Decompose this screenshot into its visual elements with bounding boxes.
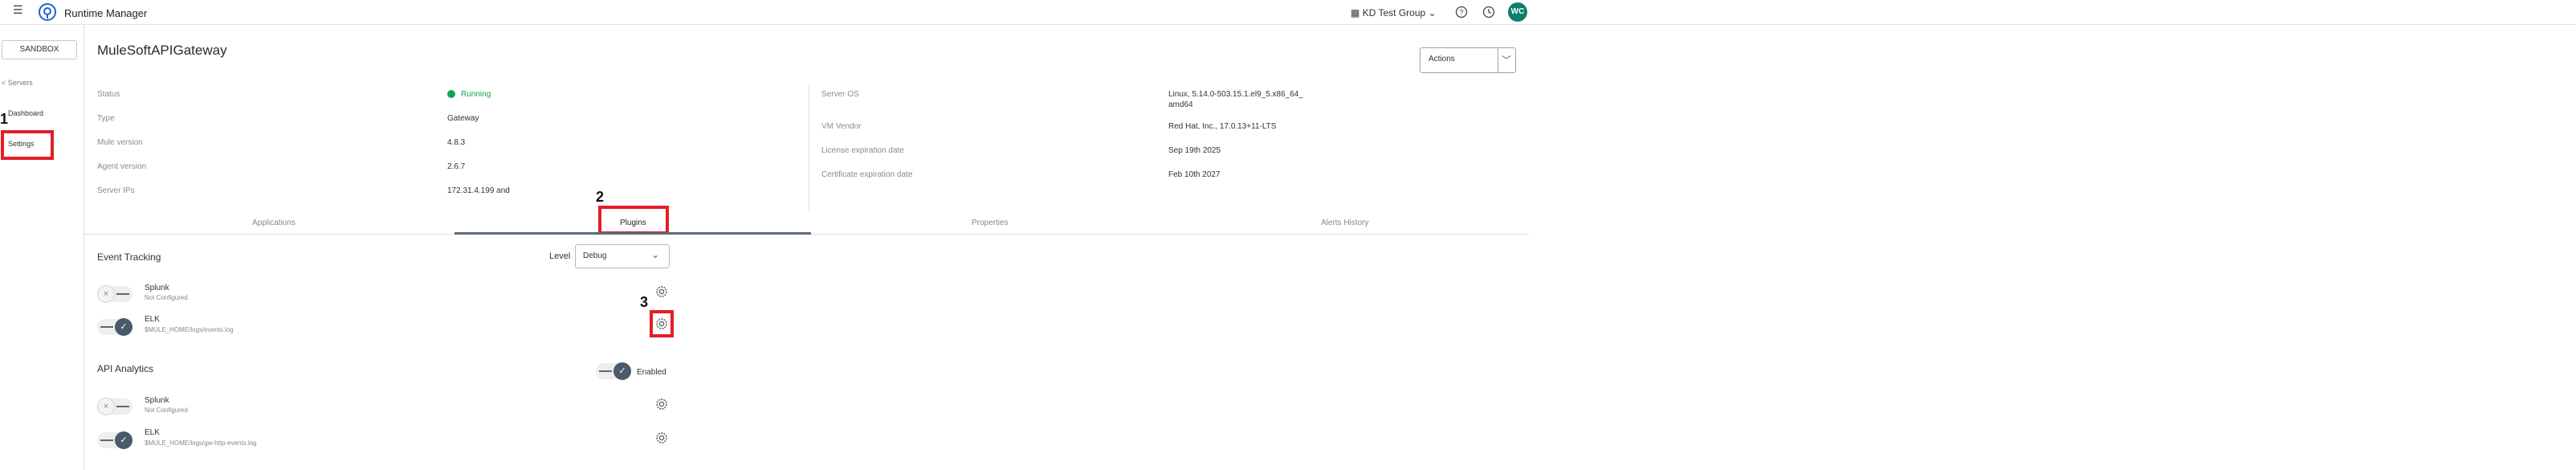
actions-dropdown[interactable]: Actions ﹀	[1420, 47, 1516, 73]
license-expiration-label: License expiration date	[821, 146, 904, 155]
help-icon[interactable]: ?	[1455, 6, 1468, 22]
page-title: MuleSoftAPIGateway	[97, 43, 227, 58]
event-splunk-name: Splunk	[145, 284, 169, 292]
checkmark-icon: ✓	[115, 318, 132, 336]
event-elk-detail: $MULE_HOME/logs/events.log	[145, 326, 234, 333]
toggle-track	[100, 326, 113, 328]
step-3-marker: 3	[640, 294, 649, 310]
chevron-down-icon: ﹀	[1502, 55, 1512, 66]
event-elk-toggle[interactable]: ✓	[97, 318, 132, 336]
analytics-splunk-toggle[interactable]: ×	[97, 398, 132, 415]
vm-vendor-value: Red Hat, Inc., 17.0.13+11-LTS	[1168, 122, 1277, 131]
step-2-marker: 2	[596, 189, 605, 205]
type-value: Gateway	[447, 114, 479, 123]
level-select-value: Debug	[583, 251, 607, 260]
agent-version-value: 2.6.7	[447, 162, 466, 171]
level-select[interactable]: Debug ⌄	[575, 244, 670, 268]
api-analytics-status: Enabled	[637, 368, 666, 377]
license-expiration-value: Sep 19th 2025	[1168, 146, 1221, 155]
tab-plugins[interactable]: Plugins	[620, 219, 646, 227]
mule-version-value: 4.8.3	[447, 138, 466, 147]
agent-version-label: Agent version	[97, 162, 147, 171]
sidebar	[0, 25, 84, 470]
status-value: Running	[461, 90, 491, 99]
level-label: Level	[549, 251, 571, 261]
api-analytics-title: API Analytics	[97, 363, 154, 374]
analytics-elk-detail: $MULE_HOME/logs/gw-http-events.log	[145, 439, 257, 447]
toggle-track	[100, 439, 113, 441]
event-elk-name: ELK	[145, 315, 160, 324]
server-os-label: Server OS	[821, 90, 859, 99]
checkmark-icon: ✓	[115, 431, 132, 449]
server-os-value-line1: Linux, 5.14.0-503.15.1.el9_5.x86_64_	[1168, 90, 1303, 99]
gear-icon[interactable]	[654, 397, 669, 411]
app-title: Runtime Manager	[64, 7, 148, 19]
toggle-off-icon: ×	[97, 398, 115, 415]
status-label: Status	[97, 90, 120, 99]
server-os-value-line2: amd64	[1168, 100, 1193, 109]
actions-label: Actions	[1429, 55, 1455, 63]
gear-icon[interactable]	[654, 317, 669, 331]
back-to-servers-link[interactable]: < Servers	[2, 79, 33, 87]
tab-applications[interactable]: Applications	[252, 219, 296, 227]
certificate-expiration-value: Feb 10th 2027	[1168, 170, 1221, 179]
analytics-elk-name: ELK	[145, 428, 160, 437]
server-ips-label: Server IPs	[97, 186, 135, 195]
analytics-splunk-detail: Not Configured	[145, 407, 188, 414]
server-ips-value: 172.31.4.199 and	[447, 186, 510, 195]
org-name: KD Test Group	[1362, 7, 1426, 18]
history-icon[interactable]	[1482, 6, 1495, 22]
environment-button[interactable]: SANDBOX	[2, 40, 77, 59]
vm-vendor-label: VM Vendor	[821, 122, 862, 131]
event-splunk-detail: Not Configured	[145, 294, 188, 301]
menu-icon[interactable]: ☰	[13, 3, 23, 17]
building-icon: ▦	[1351, 7, 1360, 18]
active-tab-indicator	[454, 232, 811, 235]
top-bar	[0, 0, 2576, 25]
status-running-dot	[447, 90, 455, 98]
sidebar-item-settings[interactable]: Settings	[8, 140, 35, 148]
chevron-down-icon: ⌄	[1428, 7, 1437, 18]
event-splunk-toggle[interactable]: ×	[97, 285, 132, 303]
step-1-marker: 1	[0, 111, 9, 127]
chevron-down-icon: ⌄	[651, 249, 660, 260]
toggle-track	[599, 370, 612, 372]
event-tracking-title: Event Tracking	[97, 251, 161, 263]
api-analytics-toggle[interactable]: ✓	[596, 362, 631, 380]
tab-properties[interactable]: Properties	[972, 219, 1009, 227]
analytics-elk-toggle[interactable]: ✓	[97, 431, 132, 449]
toggle-off-icon: ×	[97, 285, 115, 303]
gear-icon[interactable]	[654, 284, 669, 299]
sidebar-item-dashboard[interactable]: Dashboard	[8, 109, 43, 117]
svg-text:?: ?	[1459, 9, 1463, 17]
type-label: Type	[97, 114, 115, 123]
toggle-track	[116, 406, 129, 407]
gear-icon[interactable]	[654, 431, 669, 445]
mule-version-label: Mule version	[97, 138, 143, 147]
certificate-expiration-label: Certificate expiration date	[821, 170, 913, 179]
org-switcher[interactable]: ▦ KD Test Group ⌄	[1351, 7, 1437, 18]
avatar[interactable]: WC	[1508, 2, 1527, 22]
toggle-track	[116, 293, 129, 295]
tab-alerts-history[interactable]: Alerts History	[1321, 219, 1368, 227]
checkmark-icon: ✓	[613, 362, 631, 380]
runtime-manager-logo[interactable]	[39, 3, 56, 21]
analytics-splunk-name: Splunk	[145, 396, 169, 405]
